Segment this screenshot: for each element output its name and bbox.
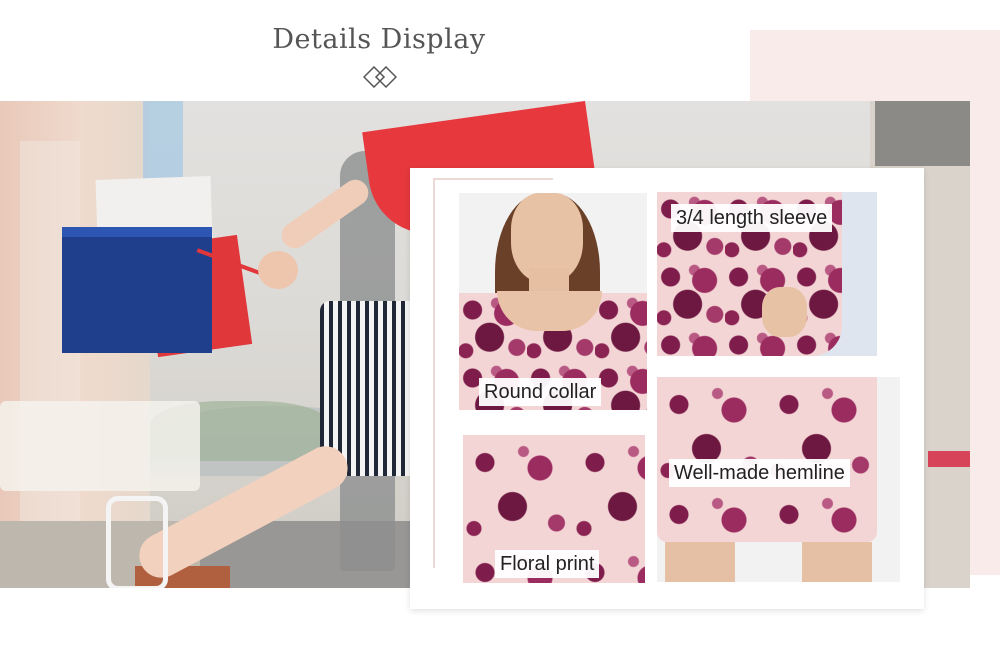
model-leg-left bbox=[665, 542, 735, 582]
double-diamond-icon bbox=[363, 66, 397, 88]
white-sandal bbox=[106, 496, 168, 588]
card-accent-line-horizontal bbox=[433, 178, 553, 180]
detail-label: Floral print bbox=[495, 550, 600, 578]
detail-tile-sleeve: 3/4 length sleeve bbox=[657, 192, 877, 356]
detail-label: Well-made hemline bbox=[669, 459, 850, 487]
hand bbox=[258, 251, 298, 289]
model-leg-right bbox=[802, 542, 872, 582]
detail-tile-hemline: Well-made hemline bbox=[657, 377, 900, 582]
blue-bag-rim bbox=[62, 227, 212, 237]
card-accent-line-vertical bbox=[433, 178, 435, 568]
red-sign bbox=[928, 451, 970, 467]
roof-right bbox=[875, 101, 970, 166]
model-hand bbox=[762, 287, 807, 337]
detail-tile-floral-print: Floral print bbox=[463, 435, 645, 583]
detail-tile-round-collar: Round collar bbox=[459, 193, 647, 410]
detail-label: Round collar bbox=[479, 378, 602, 406]
page-title: Details Display bbox=[272, 24, 486, 55]
awning bbox=[0, 401, 200, 491]
blue-shopping-bag bbox=[62, 227, 212, 353]
detail-label: 3/4 length sleeve bbox=[671, 204, 833, 232]
flag bbox=[143, 101, 183, 186]
